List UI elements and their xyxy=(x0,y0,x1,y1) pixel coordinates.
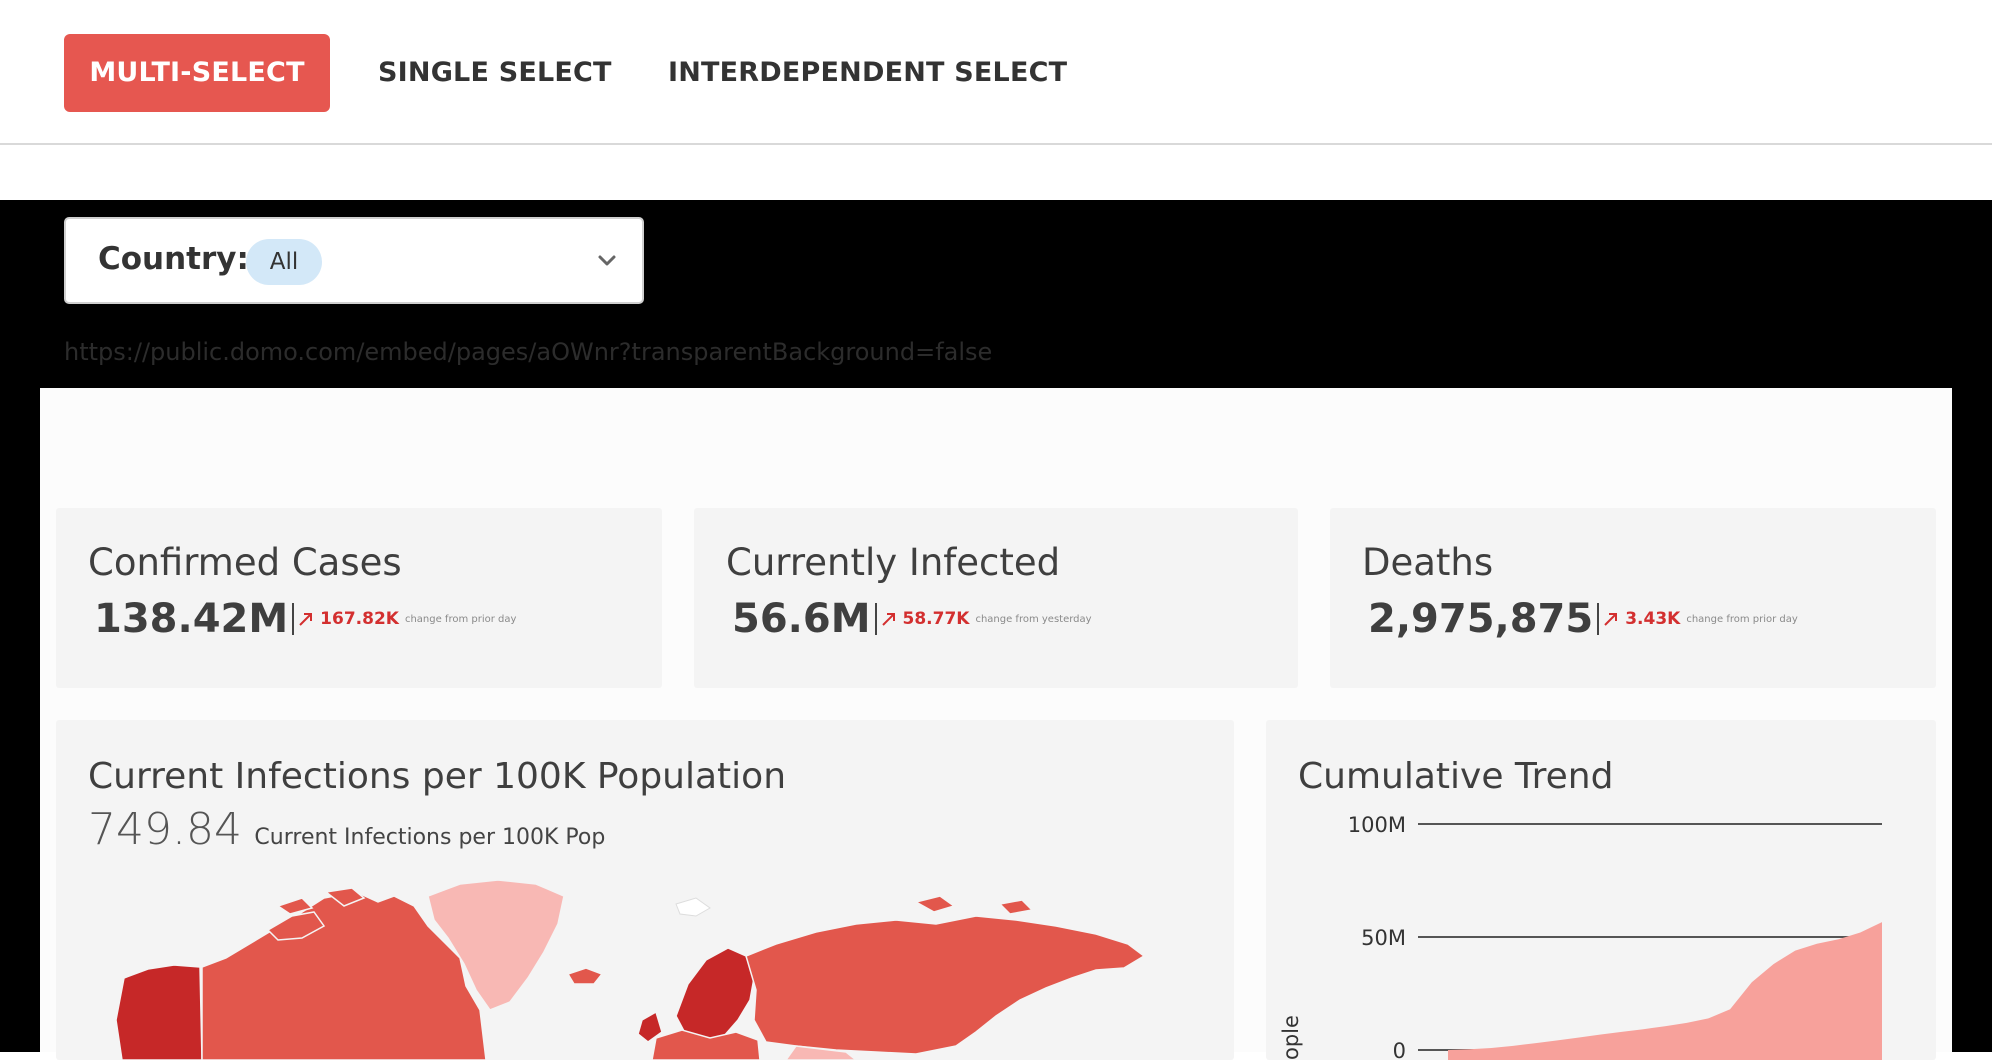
kpi-divider xyxy=(292,603,295,635)
country-selected-chip[interactable]: All xyxy=(246,239,322,285)
map-region-svalbard xyxy=(675,897,711,917)
kpi-value: 56.6M xyxy=(732,596,871,642)
kpi-card-confirmed: Confirmed Cases 138.42M 167.82K change fro… xyxy=(56,508,662,688)
kpi-change-note: change from prior day xyxy=(1686,613,1798,625)
chart-y-tick-labels: 100M 50M 0 xyxy=(1348,813,1406,1060)
trend-up-arrow-icon xyxy=(1604,613,1618,626)
chevron-down-icon[interactable] xyxy=(594,247,620,273)
series-area-cumulative[interactable] xyxy=(1448,922,1882,1060)
embed-url-text: https://public.domo.com/embed/pages/aOWn… xyxy=(64,338,993,366)
map-region-iceland xyxy=(566,967,604,985)
y-tick-label: 50M xyxy=(1361,926,1406,950)
kpi-change: 58.77K xyxy=(902,609,970,629)
country-filter-dropdown[interactable]: Country: All xyxy=(64,217,644,304)
kpi-value-row: 138.42M 167.82K change from prior day xyxy=(94,596,516,642)
y-tick-label: 0 xyxy=(1393,1039,1406,1060)
top-tab-bar: MULTI-SELECT SINGLE SELECT INTERDEPENDEN… xyxy=(0,0,1992,145)
kpi-divider xyxy=(874,603,877,635)
kpi-change-note: change from yesterday xyxy=(975,613,1092,625)
tab-single-select[interactable]: SINGLE SELECT xyxy=(346,34,644,112)
world-choropleth-map[interactable] xyxy=(56,720,1234,1060)
country-filter-label: Country: xyxy=(98,241,249,277)
kpi-title: Confirmed Cases xyxy=(88,541,402,584)
cumulative-trend-chart[interactable]: 100M 50M 0 ople xyxy=(1266,720,1936,1060)
trend-up-arrow-icon xyxy=(881,613,895,626)
kpi-title: Deaths xyxy=(1362,541,1494,584)
trend-card: Cumulative Trend 100M 50M 0 ople xyxy=(1266,720,1936,1060)
kpi-value-row: 56.6M 58.77K change from yesterday xyxy=(732,596,1092,642)
map-region-alaska xyxy=(115,964,203,1060)
y-axis-label: ople xyxy=(1279,1015,1303,1060)
kpi-card-infected: Currently Infected 56.6M 58.77K change fro… xyxy=(694,508,1298,688)
embed-region: Country: All https://public.domo.com/emb… xyxy=(0,200,1992,1060)
trend-up-arrow-icon xyxy=(299,613,313,626)
kpi-change-note: change from prior day xyxy=(404,613,517,625)
tab-multi-select[interactable]: MULTI-SELECT xyxy=(64,34,330,112)
kpi-change: 3.43K xyxy=(1625,609,1681,629)
kpi-value: 2,975,875 xyxy=(1368,596,1594,642)
kpi-title: Currently Infected xyxy=(726,541,1061,584)
map-region-russia xyxy=(745,915,1146,1055)
map-region-siberian-islands xyxy=(913,895,1034,915)
y-tick-label: 100M xyxy=(1348,813,1406,837)
kpi-card-deaths: Deaths 2,975,875 3.43K change from prior d… xyxy=(1330,508,1936,688)
kpi-value: 138.42M xyxy=(94,596,289,642)
kpi-value-row: 2,975,875 3.43K change from prior day xyxy=(1368,596,1798,642)
map-card: Current Infections per 100K Population 7… xyxy=(56,720,1234,1060)
kpi-change: 167.82K xyxy=(320,609,399,629)
kpi-divider xyxy=(1597,603,1600,635)
tab-interdependent-select[interactable]: INTERDEPENDENT SELECT xyxy=(636,34,1099,112)
dashboard-frame: Confirmed Cases 138.42M 167.82K change fro… xyxy=(40,388,1952,1060)
